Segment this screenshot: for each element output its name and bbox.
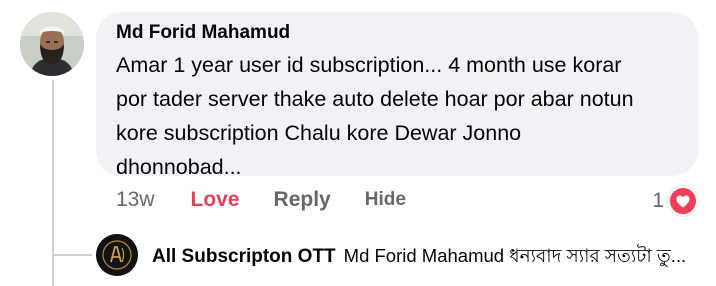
comment-actions: 13w Love Reply Hide [116,186,406,214]
reply-author-logo [96,234,138,276]
reaction-summary[interactable]: 1 [652,186,698,216]
commenter-avatar-photo [20,12,84,76]
thread-line-continuation [52,256,54,286]
comment-author[interactable]: Md Forid Mahamud [116,22,678,44]
reply-button[interactable]: Reply [274,188,331,212]
heart-icon [668,186,698,216]
reply-author[interactable]: All Subscripton OTT [152,246,336,267]
hide-button[interactable]: Hide [365,189,406,211]
commenter-avatar[interactable] [20,12,84,76]
reply-preview[interactable]: All Subscripton OTT Md Forid Mahamud ধন্য… [152,244,686,269]
thread-connector [52,254,92,256]
reaction-count: 1 [652,189,664,212]
thread-line [52,80,54,256]
comment-timestamp[interactable]: 13w [116,188,155,212]
comment-line: dhonnobad... [116,155,242,179]
reply-author-avatar[interactable] [96,234,138,276]
comment-bubble: Md Forid Mahamud Amar 1 year user id sub… [96,12,698,179]
comment-line: por tader server thake auto delete hoar … [116,87,634,111]
comment-text: Amar 1 year user id subscription... 4 mo… [116,48,676,184]
love-button[interactable]: Love [191,188,240,212]
reply-text: Md Forid Mahamud ধন্যবাদ স্যার সত্যটা তু… [343,245,687,266]
comment-line: kore subscription Chalu kore Dewar Jonno [116,121,522,145]
comment-line: Amar 1 year user id subscription... 4 mo… [116,53,622,77]
